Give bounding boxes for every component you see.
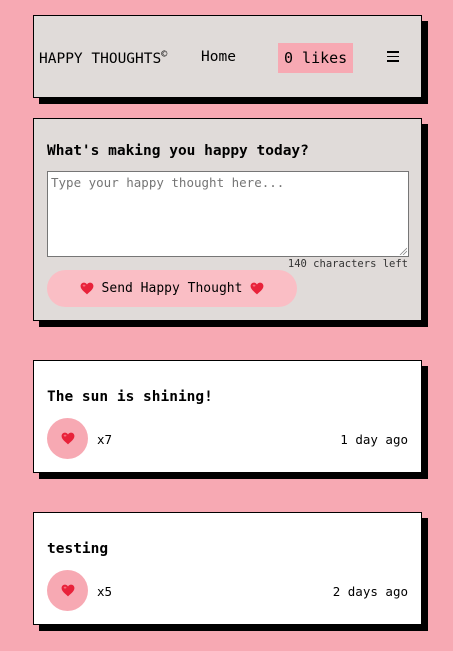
like-button[interactable] [47, 570, 88, 611]
resize-grip-icon[interactable] [399, 247, 407, 255]
header-nav: HAPPY THOUGHTS© Home 0 likes [33, 15, 422, 98]
compose-title: What's making you happy today? [47, 143, 309, 159]
heart-icon [251, 282, 264, 295]
home-link[interactable]: Home [201, 49, 236, 65]
brand-text: HAPPY THOUGHTS [39, 51, 162, 67]
thought-text: The sun is shining! [47, 389, 213, 405]
thought-input[interactable] [47, 171, 409, 257]
post-timestamp: 1 day ago [340, 432, 408, 447]
thought-card: testing x5 2 days ago [33, 512, 422, 625]
thought-text: testing [47, 541, 109, 557]
like-count: x7 [97, 432, 113, 447]
post-timestamp: 2 days ago [332, 584, 408, 599]
heart-icon [61, 432, 74, 445]
char-count: 140 characters left [287, 258, 408, 270]
brand-title: HAPPY THOUGHTS© [39, 49, 167, 67]
compose-form: What's making you happy today? 140 chara… [33, 118, 422, 321]
heart-icon [80, 282, 93, 295]
heart-icon [61, 584, 74, 597]
brand-copyright-mark: © [161, 49, 168, 60]
send-button-label: Send Happy Thought [101, 281, 243, 296]
like-count: x5 [97, 584, 113, 599]
like-button[interactable] [47, 418, 88, 459]
thought-card: The sun is shining! x7 1 day ago [33, 360, 422, 473]
send-thought-button[interactable]: Send Happy Thought [47, 270, 297, 307]
hamburger-menu-icon[interactable] [387, 50, 400, 63]
likes-count-badge: 0 likes [278, 43, 354, 73]
